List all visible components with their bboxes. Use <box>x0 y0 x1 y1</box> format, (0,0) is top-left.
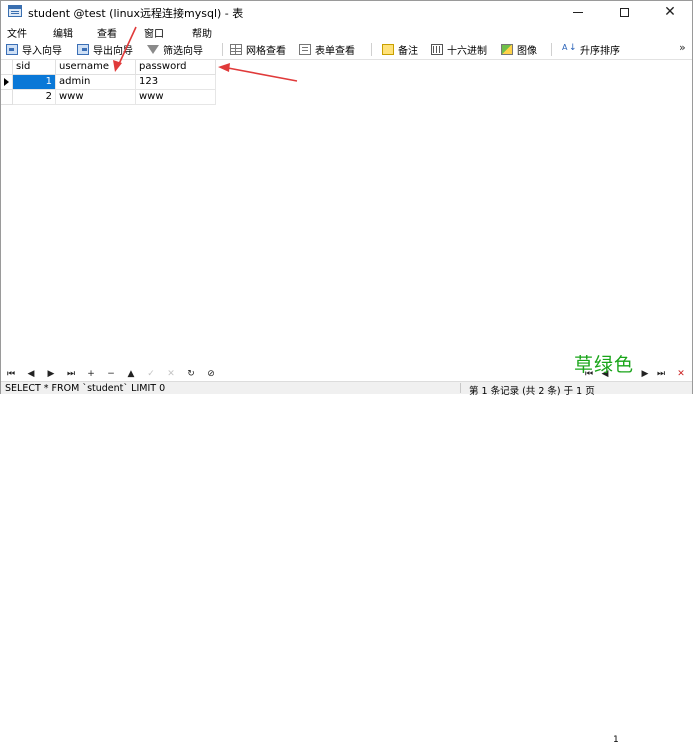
import-icon <box>6 44 18 55</box>
first-record-button[interactable]: ⏮ <box>5 368 17 380</box>
form-view-label: 表单查看 <box>315 46 355 57</box>
minimize-icon <box>573 11 583 13</box>
sort-ascending-label: 升序排序 <box>580 46 620 57</box>
column-header-password[interactable]: password <box>136 60 216 75</box>
row-indicator[interactable] <box>1 75 13 90</box>
column-header-username[interactable]: username <box>56 60 136 75</box>
refresh-button[interactable]: ↻ <box>185 368 197 380</box>
prev-record-button[interactable]: ◀ <box>25 368 37 380</box>
menu-bar: 文件 编辑 查看 窗口 帮助 <box>1 23 692 40</box>
close-icon: ✕ <box>664 4 676 20</box>
current-row-arrow-icon <box>4 78 9 86</box>
window-title: student @test (linux远程连接mysql) - 表 <box>28 7 244 20</box>
memo-icon <box>382 44 394 55</box>
form-icon <box>299 44 311 55</box>
status-record-info: 第 1 条记录 (共 2 条) 于 1 页 <box>469 386 595 397</box>
export-wizard-label: 导出向导 <box>93 46 133 57</box>
image-icon <box>501 44 513 55</box>
watermark-text: 草绿色 <box>574 354 635 376</box>
table-app-icon <box>8 5 22 17</box>
grid-view-label: 网格查看 <box>246 46 286 57</box>
menu-window[interactable]: 窗口 <box>144 25 164 40</box>
form-view-button[interactable]: 表单查看 <box>299 42 355 57</box>
toolbar-separator <box>222 43 223 56</box>
table-cell-password[interactable]: 123 <box>136 75 216 90</box>
grid-corner <box>1 60 13 75</box>
page-settings-button[interactable]: ✕ <box>675 368 687 380</box>
row-indicator[interactable] <box>1 90 13 105</box>
grid-view-button[interactable]: 网格查看 <box>230 42 286 57</box>
maximize-icon <box>619 7 629 17</box>
next-record-button[interactable]: ▶ <box>45 368 57 380</box>
table-cell-sid[interactable]: 1 <box>13 75 56 90</box>
sort-ascending-icon <box>562 43 577 55</box>
column-header-sid[interactable]: sid <box>13 60 56 75</box>
menu-edit[interactable]: 编辑 <box>53 25 73 40</box>
page-last-button[interactable]: ⏭ <box>655 368 667 380</box>
image-label: 图像 <box>517 46 537 57</box>
toolbar: 导入向导 导出向导 筛选向导 网格查看 表单查看 备注 十六进制 图像 A ↓ … <box>1 40 692 60</box>
menu-help[interactable]: 帮助 <box>192 25 212 40</box>
grid-icon <box>230 44 242 55</box>
toolbar-overflow-button[interactable]: » <box>679 41 686 54</box>
apply-changes-button[interactable]: ✓ <box>145 368 157 380</box>
memo-button[interactable]: 备注 <box>382 42 418 57</box>
menu-file[interactable]: 文件 <box>7 25 27 40</box>
status-divider <box>460 383 461 393</box>
hex-button[interactable]: 十六进制 <box>431 42 487 57</box>
export-wizard-button[interactable]: 导出向导 <box>77 42 133 57</box>
sort-ascending-button[interactable]: 升序排序 <box>562 42 620 57</box>
table-window: student @test (linux远程连接mysql) - 表 ✕ 文件 … <box>0 0 693 745</box>
menu-view[interactable]: 查看 <box>97 25 117 40</box>
status-sql-query: SELECT * FROM `student` LIMIT 0 <box>5 383 166 394</box>
table-cell-username[interactable]: www <box>56 90 136 105</box>
status-bar: SELECT * FROM `student` LIMIT 0 第 1 条记录 … <box>1 381 692 397</box>
page-number-input[interactable]: 1 <box>613 734 635 746</box>
toolbar-separator <box>371 43 372 56</box>
move-up-button[interactable]: ▲ <box>125 368 137 380</box>
import-wizard-button[interactable]: 导入向导 <box>6 42 62 57</box>
delete-record-button[interactable]: − <box>105 368 117 380</box>
toolbar-separator <box>551 43 552 56</box>
export-icon <box>77 44 89 55</box>
table-cell-username[interactable]: admin <box>56 75 136 90</box>
minimize-button[interactable] <box>555 1 601 23</box>
last-record-button[interactable]: ⏭ <box>65 368 77 380</box>
maximize-button[interactable] <box>601 1 647 23</box>
table-cell-sid[interactable]: 2 <box>13 90 56 105</box>
page-next-button[interactable]: ▶ <box>639 368 651 380</box>
close-button[interactable]: ✕ <box>647 1 693 23</box>
import-wizard-label: 导入向导 <box>22 46 62 57</box>
filter-wizard-label: 筛选向导 <box>163 46 203 57</box>
title-bar: student @test (linux远程连接mysql) - 表 ✕ <box>1 1 692 23</box>
add-record-button[interactable]: + <box>85 368 97 380</box>
stop-button[interactable]: ⊘ <box>205 368 217 380</box>
discard-changes-button[interactable]: ✕ <box>165 368 177 380</box>
filter-icon <box>147 45 159 54</box>
image-button[interactable]: 图像 <box>501 42 537 57</box>
hex-label: 十六进制 <box>447 46 487 57</box>
hex-icon <box>431 44 443 55</box>
memo-label: 备注 <box>398 46 418 57</box>
table-cell-password[interactable]: www <box>136 90 216 105</box>
filter-wizard-button[interactable]: 筛选向导 <box>147 42 203 57</box>
